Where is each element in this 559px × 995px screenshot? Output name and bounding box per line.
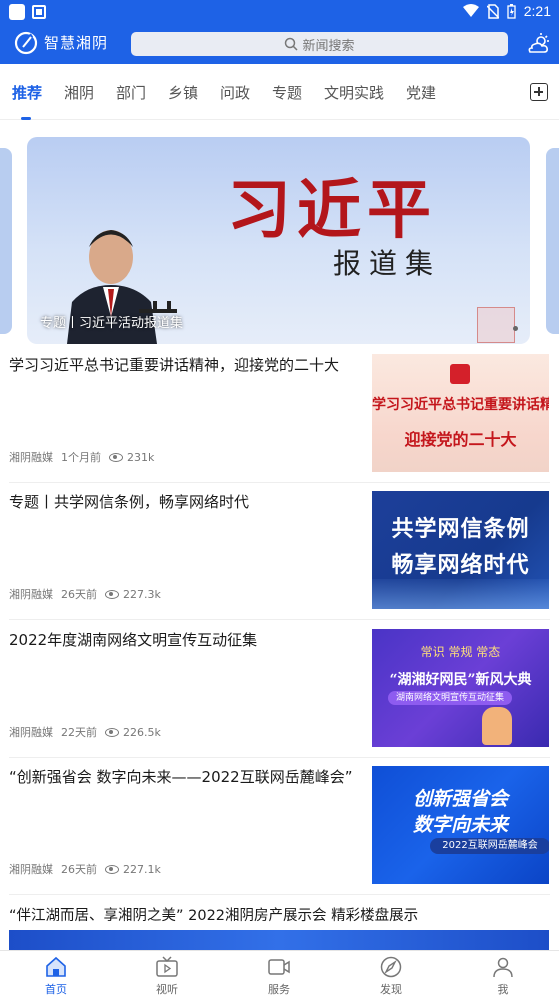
news-title: 专题丨共学网信条例，畅享网络时代 xyxy=(9,493,250,511)
tv-icon xyxy=(156,956,178,977)
news-title: 学习习近平总书记重要讲话精神，迎接党的二十大 xyxy=(9,356,340,374)
thumb-line-3: 湖南网络文明宣传互动征集 xyxy=(388,691,512,705)
divider xyxy=(9,619,550,620)
carousel-indicator xyxy=(513,326,518,331)
wifi-icon xyxy=(462,4,479,17)
news-meta: 湘阴融媒 1个月前 231k xyxy=(9,449,154,465)
thumb-line-2: 畅享网络时代 xyxy=(391,552,530,578)
thumb-line-1: 常识 常规 常态 xyxy=(420,645,501,659)
news-time: 26天前 xyxy=(61,863,97,876)
news-time: 26天前 xyxy=(61,588,97,601)
video-icon xyxy=(268,959,290,975)
app-title: 智慧湘阴 xyxy=(44,34,109,52)
banner-carousel[interactable]: 习近平 报道集 专题丨习近平活动报道集 xyxy=(27,137,530,344)
thumb-line-2: 数字向未来 xyxy=(412,814,508,836)
thumb-line-2: “湖湘好网民”新风大典 xyxy=(389,672,532,688)
search-placeholder: 新闻搜索 xyxy=(302,38,355,54)
views-icon xyxy=(109,452,123,462)
news-banner-image[interactable] xyxy=(9,930,549,952)
tab-recommend[interactable]: 推荐 xyxy=(12,82,42,103)
banner-subtitle: 报道集 xyxy=(333,247,442,280)
news-title: “创新强省会 数字向未来——2022互联网岳麓峰会” xyxy=(9,768,353,786)
banner-logo-stamp xyxy=(477,307,515,343)
news-meta: 湘阴融媒 22天前 226.5k xyxy=(9,724,161,740)
status-bar: 2:21 xyxy=(0,0,559,24)
clock: 2:21 xyxy=(523,3,551,19)
app-logo-icon xyxy=(14,31,38,55)
views-icon xyxy=(105,864,119,874)
thumb-figure xyxy=(482,707,512,745)
news-time: 22天前 xyxy=(61,726,97,739)
news-views: 227.1k xyxy=(123,862,161,876)
tab-xiangyin[interactable]: 湘阴 xyxy=(64,82,94,103)
tab-civilization-practice[interactable]: 文明实践 xyxy=(324,82,384,103)
tab-departments[interactable]: 部门 xyxy=(116,82,146,103)
party-emblem-icon xyxy=(450,364,470,384)
battery-icon xyxy=(507,3,516,19)
weather-icon[interactable] xyxy=(526,32,550,56)
search-icon xyxy=(285,37,299,51)
news-item[interactable]: 专题丨共学网信条例，畅享网络时代 湘阴融媒 26天前 227.3k 共学网信条例… xyxy=(0,483,559,620)
tab-inquiry[interactable]: 问政 xyxy=(220,82,250,103)
news-thumbnail: 常识 常规 常态 “湖湘好网民”新风大典 湖南网络文明宣传互动征集 xyxy=(372,629,549,747)
notification-icon xyxy=(9,4,25,20)
news-meta: 湘阴融媒 26天前 227.1k xyxy=(9,861,161,877)
news-title[interactable]: “伴江湖而居、享湘阴之美” 2022湘阴房产展示会 精彩楼盘展示 xyxy=(9,904,418,925)
views-icon xyxy=(105,727,119,737)
divider xyxy=(9,894,550,895)
nav-label: 首页 xyxy=(45,983,67,995)
nav-me[interactable]: 我 xyxy=(473,955,533,995)
banner-title: 习近平 xyxy=(227,173,437,248)
nav-label: 服务 xyxy=(268,983,290,995)
news-views: 227.3k xyxy=(123,587,161,601)
news-meta: 湘阴融媒 26天前 227.3k xyxy=(9,586,161,602)
thumb-line-1: 创新强省会 xyxy=(412,788,508,810)
category-tabs: 推荐 湘阴 部门 乡镇 问政 专题 文明实践 党建 xyxy=(0,64,559,120)
tab-towns[interactable]: 乡镇 xyxy=(168,82,198,103)
thumb-line-3: 2022互联网岳麓峰会 xyxy=(430,838,549,854)
thumb-cityscape xyxy=(372,579,549,609)
active-tab-indicator xyxy=(21,117,31,120)
tab-party-building[interactable]: 党建 xyxy=(406,82,436,103)
news-thumbnail: 创新强省会 数字向未来 2022互联网岳麓峰会 xyxy=(372,766,549,884)
news-source: 湘阴融媒 xyxy=(9,863,53,876)
views-icon xyxy=(105,589,119,599)
news-item[interactable]: “创新强省会 数字向未来——2022互联网岳麓峰会” 湘阴融媒 26天前 227… xyxy=(0,758,559,895)
app-header: 智慧湘阴 新闻搜索 xyxy=(0,24,559,64)
home-icon xyxy=(46,956,66,977)
news-time: 1个月前 xyxy=(61,451,101,464)
search-bar[interactable]: 新闻搜索 xyxy=(131,32,508,56)
news-item[interactable]: 学习习近平总书记重要讲话精神，迎接党的二十大 湘阴融媒 1个月前 231k 学习… xyxy=(0,346,559,483)
nav-label: 视听 xyxy=(156,983,178,995)
compass-icon xyxy=(380,956,402,978)
bottom-navigation: 首页 视听 服务 发现 我 xyxy=(0,950,559,995)
news-source: 湘阴融媒 xyxy=(9,588,53,601)
nav-label: 发现 xyxy=(380,983,402,995)
no-sim-icon xyxy=(486,3,499,19)
nav-services[interactable]: 服务 xyxy=(249,955,309,995)
carousel-prev-slide[interactable] xyxy=(0,148,12,334)
news-views: 231k xyxy=(127,450,155,464)
thumb-line-1: 共学网信条例 xyxy=(391,516,530,542)
news-source: 湘阴融媒 xyxy=(9,451,53,464)
nav-home[interactable]: 首页 xyxy=(26,955,86,995)
news-title: 2022年度湖南网络文明宣传互动征集 xyxy=(9,631,258,649)
nav-discover[interactable]: 发现 xyxy=(361,955,421,995)
news-views: 226.5k xyxy=(123,725,161,739)
banner-caption: 专题丨习近平活动报道集 xyxy=(40,316,184,331)
add-channel-icon[interactable] xyxy=(530,83,548,101)
tab-topics[interactable]: 专题 xyxy=(272,82,302,103)
app-notification-icon xyxy=(32,5,46,19)
nav-label: 我 xyxy=(497,983,509,995)
thumb-line-1: 学习习近平总书记重要讲话精神 xyxy=(372,397,549,413)
news-source: 湘阴融媒 xyxy=(9,726,53,739)
news-thumbnail: 学习习近平总书记重要讲话精神 迎接党的二十大 xyxy=(372,354,549,472)
news-item[interactable]: 2022年度湖南网络文明宣传互动征集 湘阴融媒 22天前 226.5k 常识 常… xyxy=(0,621,559,758)
nav-audiovisual[interactable]: 视听 xyxy=(137,955,197,995)
carousel-next-slide[interactable] xyxy=(546,148,559,334)
thumb-line-2: 迎接党的二十大 xyxy=(404,430,517,449)
news-thumbnail: 共学网信条例 畅享网络时代 xyxy=(372,491,549,609)
user-icon xyxy=(493,957,513,978)
